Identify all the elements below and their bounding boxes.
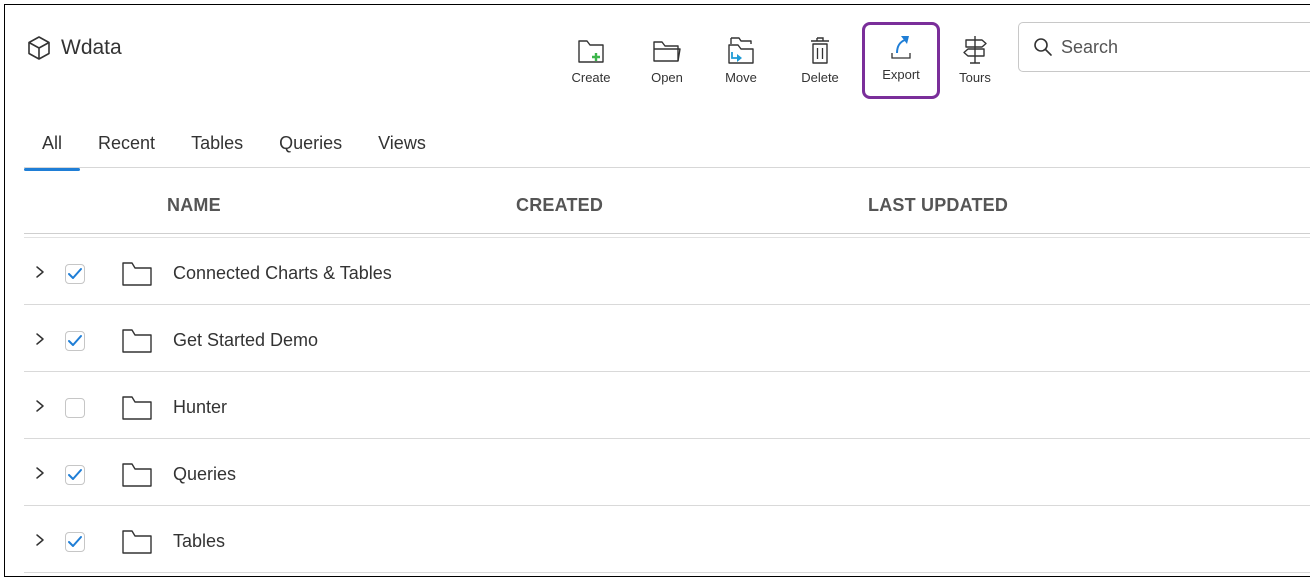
- header-divider: [24, 233, 1310, 234]
- export-label: Export: [882, 67, 920, 82]
- export-icon: [891, 36, 911, 59]
- tab-recent[interactable]: Recent: [98, 133, 155, 169]
- search-box[interactable]: [1018, 22, 1310, 72]
- folder-list: Connected Charts & Tables Get Started De…: [5, 238, 1310, 573]
- row-checkbox[interactable]: [65, 532, 85, 552]
- trash-icon: [811, 37, 829, 64]
- row-checkbox[interactable]: [65, 331, 85, 351]
- table-row[interactable]: Hunter: [24, 372, 1310, 439]
- brand: Wdata: [26, 35, 122, 61]
- row-checkbox[interactable]: [65, 398, 85, 418]
- create-button[interactable]: Create: [558, 25, 624, 99]
- tabs-divider: [24, 167, 1310, 168]
- row-name: Hunter: [173, 397, 228, 417]
- checkmark-icon: [68, 335, 82, 346]
- delete-label: Delete: [801, 70, 839, 85]
- row-name: Tables: [173, 531, 226, 551]
- chevron-right-icon[interactable]: [34, 398, 46, 414]
- table-row[interactable]: Queries: [24, 439, 1310, 506]
- cube-icon: [28, 36, 50, 60]
- folder-open-icon: [653, 41, 681, 62]
- tab-tables[interactable]: Tables: [191, 133, 243, 169]
- checkmark-icon: [68, 469, 82, 480]
- app-title: Wdata: [61, 36, 122, 59]
- row-checkbox[interactable]: [65, 465, 85, 485]
- open-label: Open: [651, 70, 683, 85]
- export-button[interactable]: Export: [862, 22, 940, 99]
- open-button[interactable]: Open: [634, 25, 700, 99]
- row-checkbox[interactable]: [65, 264, 85, 284]
- chevron-right-icon[interactable]: [34, 465, 46, 481]
- folder-plus-icon: [578, 40, 604, 63]
- checkmark-icon: [68, 536, 82, 547]
- table-row[interactable]: Connected Charts & Tables: [24, 238, 1310, 305]
- row-name: Queries: [173, 464, 237, 484]
- table-row[interactable]: Get Started Demo: [24, 305, 1310, 372]
- move-label: Move: [725, 70, 757, 85]
- delete-button[interactable]: Delete: [787, 25, 853, 99]
- tours-label: Tours: [959, 70, 991, 85]
- signpost-icon: [963, 36, 987, 64]
- tab-all[interactable]: All: [24, 133, 81, 171]
- table-row[interactable]: Tables: [24, 506, 1310, 573]
- column-header-last-updated[interactable]: LAST UPDATED: [868, 195, 1008, 216]
- chevron-right-icon[interactable]: [34, 532, 46, 548]
- tab-bar: All Recent Tables Queries Views: [24, 133, 462, 171]
- search-icon: [1034, 38, 1052, 56]
- folder-icon: [122, 329, 152, 353]
- column-header-name[interactable]: NAME: [167, 195, 221, 216]
- move-button[interactable]: Move: [708, 25, 774, 99]
- row-name: Get Started Demo: [173, 330, 319, 350]
- folder-icon: [122, 396, 152, 420]
- chevron-right-icon[interactable]: [34, 331, 46, 347]
- table-header: NAME CREATED LAST UPDATED: [5, 189, 1310, 233]
- create-label: Create: [571, 70, 611, 85]
- checkmark-icon: [68, 268, 82, 279]
- folder-icon: [122, 463, 152, 487]
- tab-queries[interactable]: Queries: [279, 133, 342, 169]
- search-input[interactable]: [1061, 36, 1281, 58]
- folder-icon: [122, 530, 152, 554]
- tours-button[interactable]: Tours: [942, 25, 1008, 99]
- row-name: Connected Charts & Tables: [173, 263, 392, 283]
- chevron-right-icon[interactable]: [34, 264, 46, 280]
- tab-views[interactable]: Views: [378, 133, 426, 169]
- folder-icon: [122, 262, 152, 286]
- app-window: Wdata Create Open Move Delete Export Tou…: [4, 4, 1310, 577]
- column-header-created[interactable]: CREATED: [516, 195, 603, 216]
- folder-move-icon: [728, 37, 754, 64]
